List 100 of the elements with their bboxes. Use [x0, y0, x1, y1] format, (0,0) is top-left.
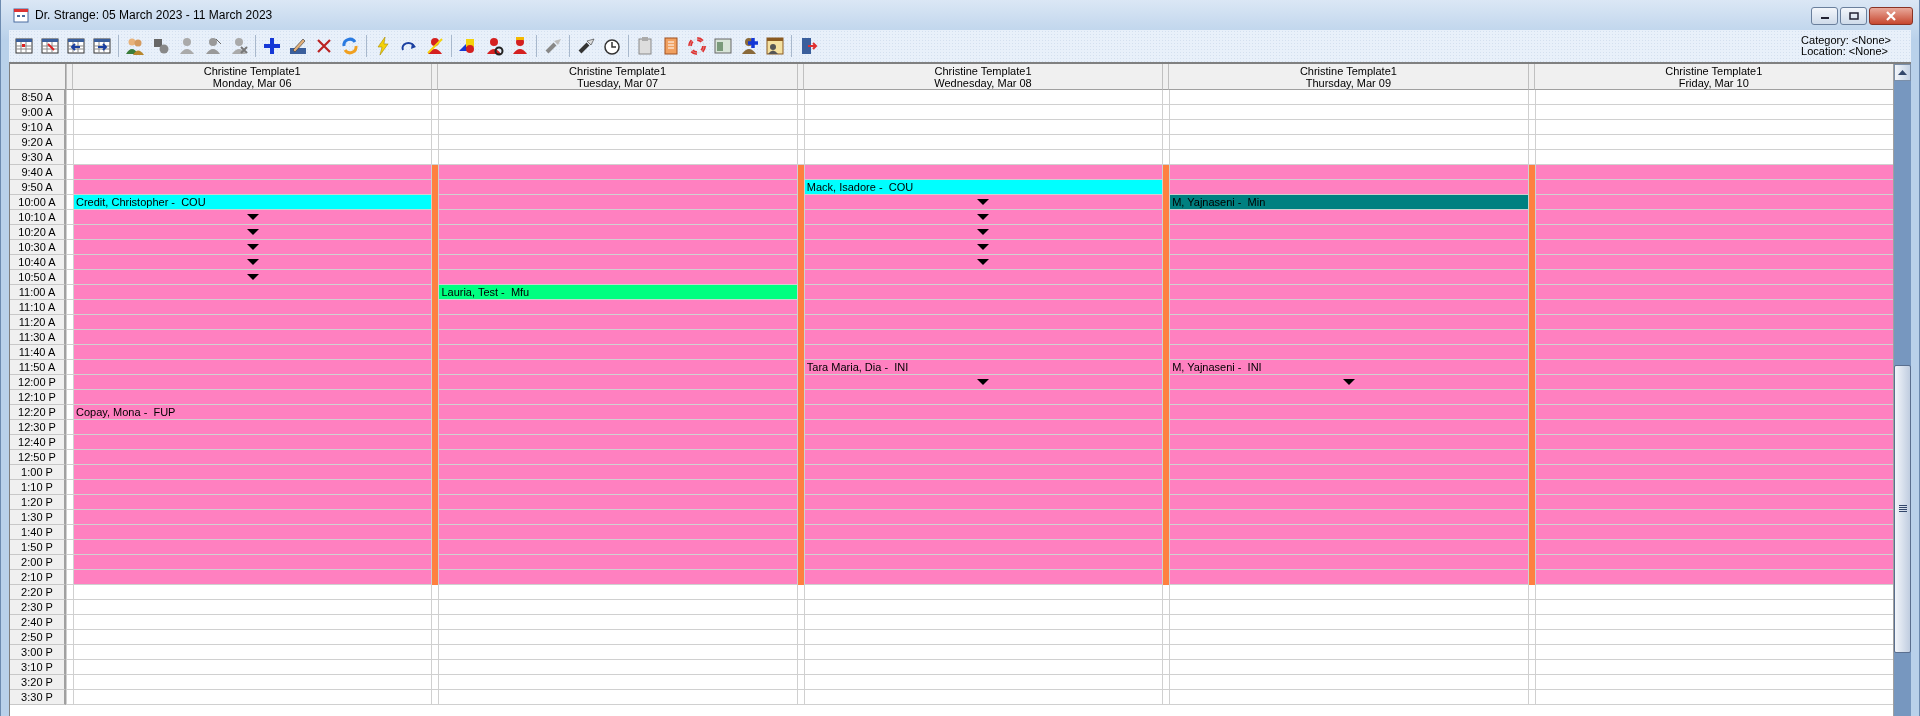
schedule-slot[interactable]: [1169, 315, 1528, 330]
schedule-slot[interactable]: [1169, 675, 1528, 690]
schedule-slot[interactable]: [438, 570, 797, 585]
schedule-slot[interactable]: [438, 315, 797, 330]
schedule-slot[interactable]: [803, 345, 1163, 360]
schedule-slot[interactable]: [1169, 450, 1528, 465]
schedule-slot[interactable]: [438, 465, 797, 480]
schedule-slot[interactable]: [73, 255, 432, 270]
schedule-slot[interactable]: [1169, 570, 1528, 585]
schedule-slot[interactable]: [438, 630, 797, 645]
schedule-slot[interactable]: [803, 615, 1163, 630]
schedule-slot[interactable]: [1169, 345, 1528, 360]
schedule-slot[interactable]: [73, 570, 432, 585]
schedule-slot[interactable]: [1169, 285, 1528, 300]
schedule-slot[interactable]: [1169, 480, 1528, 495]
schedule-slot[interactable]: [803, 255, 1163, 270]
schedule-slot[interactable]: [803, 270, 1163, 285]
schedule-slot[interactable]: [73, 555, 432, 570]
schedule-slot[interactable]: [1169, 435, 1528, 450]
schedule-slot[interactable]: [1169, 555, 1528, 570]
calendar-icon[interactable]: [40, 36, 60, 56]
schedule-slot[interactable]: [803, 465, 1163, 480]
schedule-slot[interactable]: [73, 120, 432, 135]
schedule-slot[interactable]: [73, 225, 432, 240]
schedule-slot[interactable]: [438, 195, 797, 210]
appointment[interactable]: Credit, Christopher - COU: [73, 195, 432, 210]
schedule-slot[interactable]: [73, 600, 432, 615]
schedule-slot[interactable]: [1534, 90, 1893, 105]
schedule-slot[interactable]: [438, 210, 797, 225]
schedule-slot[interactable]: [803, 210, 1163, 225]
schedule-slot[interactable]: [803, 225, 1163, 240]
day-header[interactable]: Christine Template1 Thursday, Mar 09: [1169, 64, 1528, 90]
schedule-slot[interactable]: [73, 675, 432, 690]
schedule-slot[interactable]: [1169, 150, 1528, 165]
schedule-slot[interactable]: [1169, 180, 1528, 195]
schedule-slot[interactable]: [438, 405, 797, 420]
schedule-slot[interactable]: [1169, 495, 1528, 510]
schedule-slot[interactable]: [438, 255, 797, 270]
schedule-slot[interactable]: [438, 330, 797, 345]
schedule-slot[interactable]: [438, 435, 797, 450]
schedule-slot[interactable]: [438, 180, 797, 195]
schedule-slot[interactable]: [438, 660, 797, 675]
schedule-slot[interactable]: [73, 585, 432, 600]
schedule-slot[interactable]: [438, 450, 797, 465]
schedule-slot[interactable]: [73, 510, 432, 525]
schedule-slot[interactable]: [73, 630, 432, 645]
day-header[interactable]: Christine Template1 Friday, Mar 10: [1534, 64, 1893, 90]
schedule-slot[interactable]: [803, 120, 1163, 135]
window-icon[interactable]: [713, 36, 733, 56]
scrollbar-thumb[interactable]: [1894, 364, 1911, 653]
schedule-slot[interactable]: [73, 270, 432, 285]
schedule-slot[interactable]: [73, 615, 432, 630]
schedule-slot[interactable]: [1169, 585, 1528, 600]
schedule-slot[interactable]: [438, 345, 797, 360]
schedule-slot[interactable]: [438, 645, 797, 660]
schedule-slot[interactable]: [1169, 330, 1528, 345]
restore-button[interactable]: [1840, 7, 1867, 25]
schedule-slot[interactable]: [73, 690, 432, 705]
appointment[interactable]: M, Yajnaseni - Min: [1169, 195, 1528, 210]
schedule-slot[interactable]: [1534, 105, 1893, 120]
schedule-slot[interactable]: [1169, 405, 1528, 420]
schedule-slot[interactable]: [73, 645, 432, 660]
person-gear-icon[interactable]: [484, 36, 504, 56]
schedule-slot[interactable]: [438, 480, 797, 495]
schedule-slot[interactable]: [73, 450, 432, 465]
schedule-slot[interactable]: [803, 240, 1163, 255]
schedule-slot[interactable]: [1534, 660, 1893, 675]
appointment[interactable]: Lauria, Test - Mfu: [438, 285, 797, 300]
schedule-slot[interactable]: [803, 135, 1163, 150]
schedule-slot[interactable]: [803, 480, 1163, 495]
schedule-slot[interactable]: [73, 285, 432, 300]
schedule-slot[interactable]: [1534, 120, 1893, 135]
schedule-slot[interactable]: [1534, 150, 1893, 165]
schedule-slot[interactable]: [1169, 225, 1528, 240]
schedule-slot[interactable]: [803, 660, 1163, 675]
schedule-slot[interactable]: [803, 390, 1163, 405]
schedule-slot[interactable]: [1169, 660, 1528, 675]
schedule-slot[interactable]: [73, 360, 432, 375]
schedule-slot[interactable]: [438, 690, 797, 705]
schedule-slot[interactable]: [803, 195, 1163, 210]
schedule-slot[interactable]: [803, 450, 1163, 465]
schedule-slot[interactable]: [73, 525, 432, 540]
schedule-slot[interactable]: [438, 615, 797, 630]
schedule-slot[interactable]: [1169, 645, 1528, 660]
schedule-slot[interactable]: [73, 420, 432, 435]
schedule-slot[interactable]: [803, 90, 1163, 105]
day-header[interactable]: Christine Template1 Tuesday, Mar 07: [438, 64, 797, 90]
schedule-slot[interactable]: [73, 180, 432, 195]
schedule-slot[interactable]: [1534, 165, 1893, 180]
schedule-slot[interactable]: [1534, 195, 1893, 210]
schedule-slot[interactable]: [438, 375, 797, 390]
schedule-slot[interactable]: [438, 675, 797, 690]
schedule-slot[interactable]: [73, 495, 432, 510]
appointment[interactable]: Tara Maria, Dia - INI: [803, 360, 1163, 375]
schedule-slot[interactable]: [803, 150, 1163, 165]
schedule-slot[interactable]: [73, 540, 432, 555]
schedule-slot[interactable]: [1169, 165, 1528, 180]
schedule-slot[interactable]: [438, 165, 797, 180]
schedule-slot[interactable]: [803, 600, 1163, 615]
notebook-icon[interactable]: [661, 36, 681, 56]
